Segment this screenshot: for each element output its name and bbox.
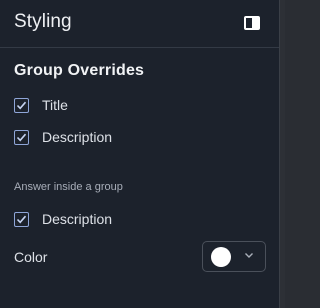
description-checkbox-label: Description bbox=[42, 129, 113, 145]
panel-header: Styling bbox=[0, 0, 279, 48]
description-checkbox[interactable] bbox=[14, 129, 29, 145]
color-swatch bbox=[211, 247, 231, 267]
check-icon bbox=[16, 133, 27, 141]
panel-toggle-icon[interactable] bbox=[244, 16, 260, 30]
answer-description-label: Description bbox=[42, 211, 113, 227]
title-checkbox[interactable] bbox=[14, 97, 29, 113]
answer-group-heading: Answer inside a group bbox=[14, 181, 123, 193]
color-label: Color bbox=[14, 249, 48, 265]
title-checkbox-label: Title bbox=[42, 97, 68, 113]
check-icon bbox=[16, 215, 27, 223]
check-icon bbox=[16, 101, 27, 109]
chevron-down-icon bbox=[245, 253, 253, 258]
panel-title: Styling bbox=[14, 11, 72, 32]
description-override-row[interactable]: Description bbox=[14, 127, 112, 147]
title-override-row[interactable]: Title bbox=[14, 95, 68, 115]
group-overrides-heading: Group Overrides bbox=[14, 62, 145, 79]
styling-panel: Styling Group Overrides Title Descriptio… bbox=[0, 0, 280, 308]
answer-description-row[interactable]: Description bbox=[14, 209, 112, 229]
color-picker-dropdown[interactable] bbox=[202, 241, 266, 272]
panel-edge bbox=[280, 0, 285, 308]
answer-description-checkbox[interactable] bbox=[14, 211, 29, 227]
